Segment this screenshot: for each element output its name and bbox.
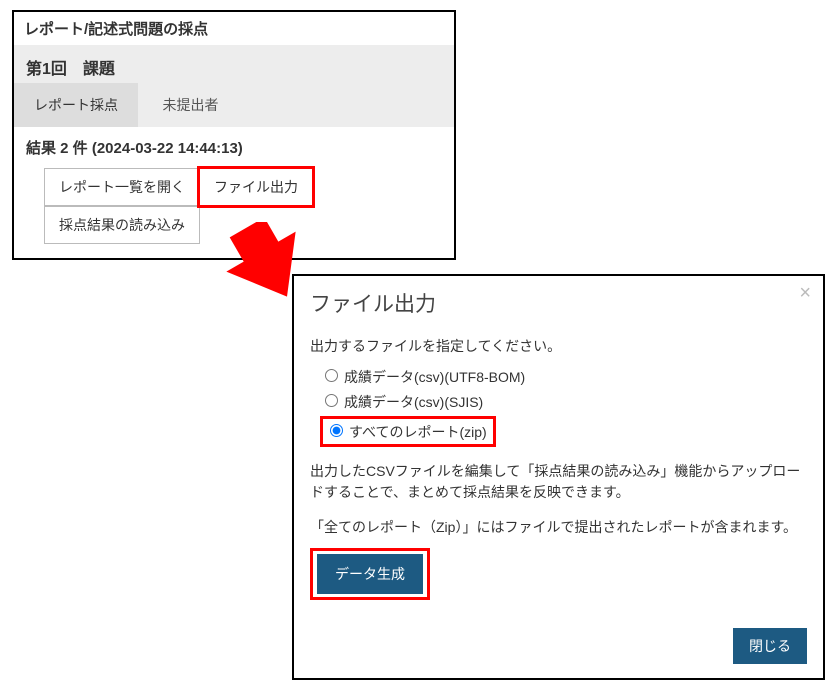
results-summary: 結果 2 件 (2024-03-22 14:44:13) — [14, 127, 454, 162]
import-results-button[interactable]: 採点結果の読み込み — [44, 206, 200, 244]
file-output-modal: × ファイル出力 出力するファイルを指定してください。 成績データ(csv)(U… — [292, 274, 825, 680]
modal-description: 出力するファイルを指定してください。 — [310, 336, 807, 356]
radio-option-sjis[interactable]: 成績データ(csv)(SJIS) — [310, 391, 807, 412]
radio-zip-input[interactable] — [330, 424, 343, 437]
modal-note-csv: 出力したCSVファイルを編集して「採点結果の読み込み」機能からアップロードするこ… — [310, 461, 807, 503]
radio-sjis-label: 成績データ(csv)(SJIS) — [344, 394, 483, 410]
grading-panel: レポート/記述式問題の採点 第1回 課題 レポート採点 未提出者 結果 2 件 … — [12, 10, 456, 260]
tabs: レポート採点 未提出者 — [14, 83, 454, 127]
panel-heading: レポート/記述式問題の採点 — [14, 12, 454, 45]
radio-option-zip[interactable]: すべてのレポート(zip) — [310, 416, 807, 447]
generate-wrapper: データ生成 — [310, 548, 807, 600]
open-report-list-button[interactable]: レポート一覧を開く — [44, 168, 200, 206]
radio-utf8-label: 成績データ(csv)(UTF8-BOM) — [344, 369, 525, 385]
modal-note-zip: 「全てのレポート（Zip）」にはファイルで提出されたレポートが含まれます。 — [310, 517, 807, 538]
close-button[interactable]: 閉じる — [733, 628, 807, 664]
radio-option-utf8[interactable]: 成績データ(csv)(UTF8-BOM) — [310, 366, 807, 387]
tab-report-grading[interactable]: レポート採点 — [14, 83, 138, 127]
file-output-button[interactable]: ファイル出力 — [199, 168, 313, 206]
generate-data-button[interactable]: データ生成 — [317, 554, 423, 594]
modal-title: ファイル出力 — [310, 288, 807, 318]
close-icon[interactable]: × — [799, 282, 811, 305]
radio-utf8-input[interactable] — [325, 369, 338, 382]
action-buttons: レポート一覧を開くファイル出力採点結果の読み込み — [14, 162, 454, 258]
modal-footer: 閉じる — [310, 628, 807, 664]
assignment-title: 第1回 課題 — [14, 45, 454, 83]
tab-unsubmitted[interactable]: 未提出者 — [142, 83, 238, 127]
radio-zip-label: すべてのレポート(zip) — [349, 424, 487, 440]
radio-sjis-input[interactable] — [325, 394, 338, 407]
